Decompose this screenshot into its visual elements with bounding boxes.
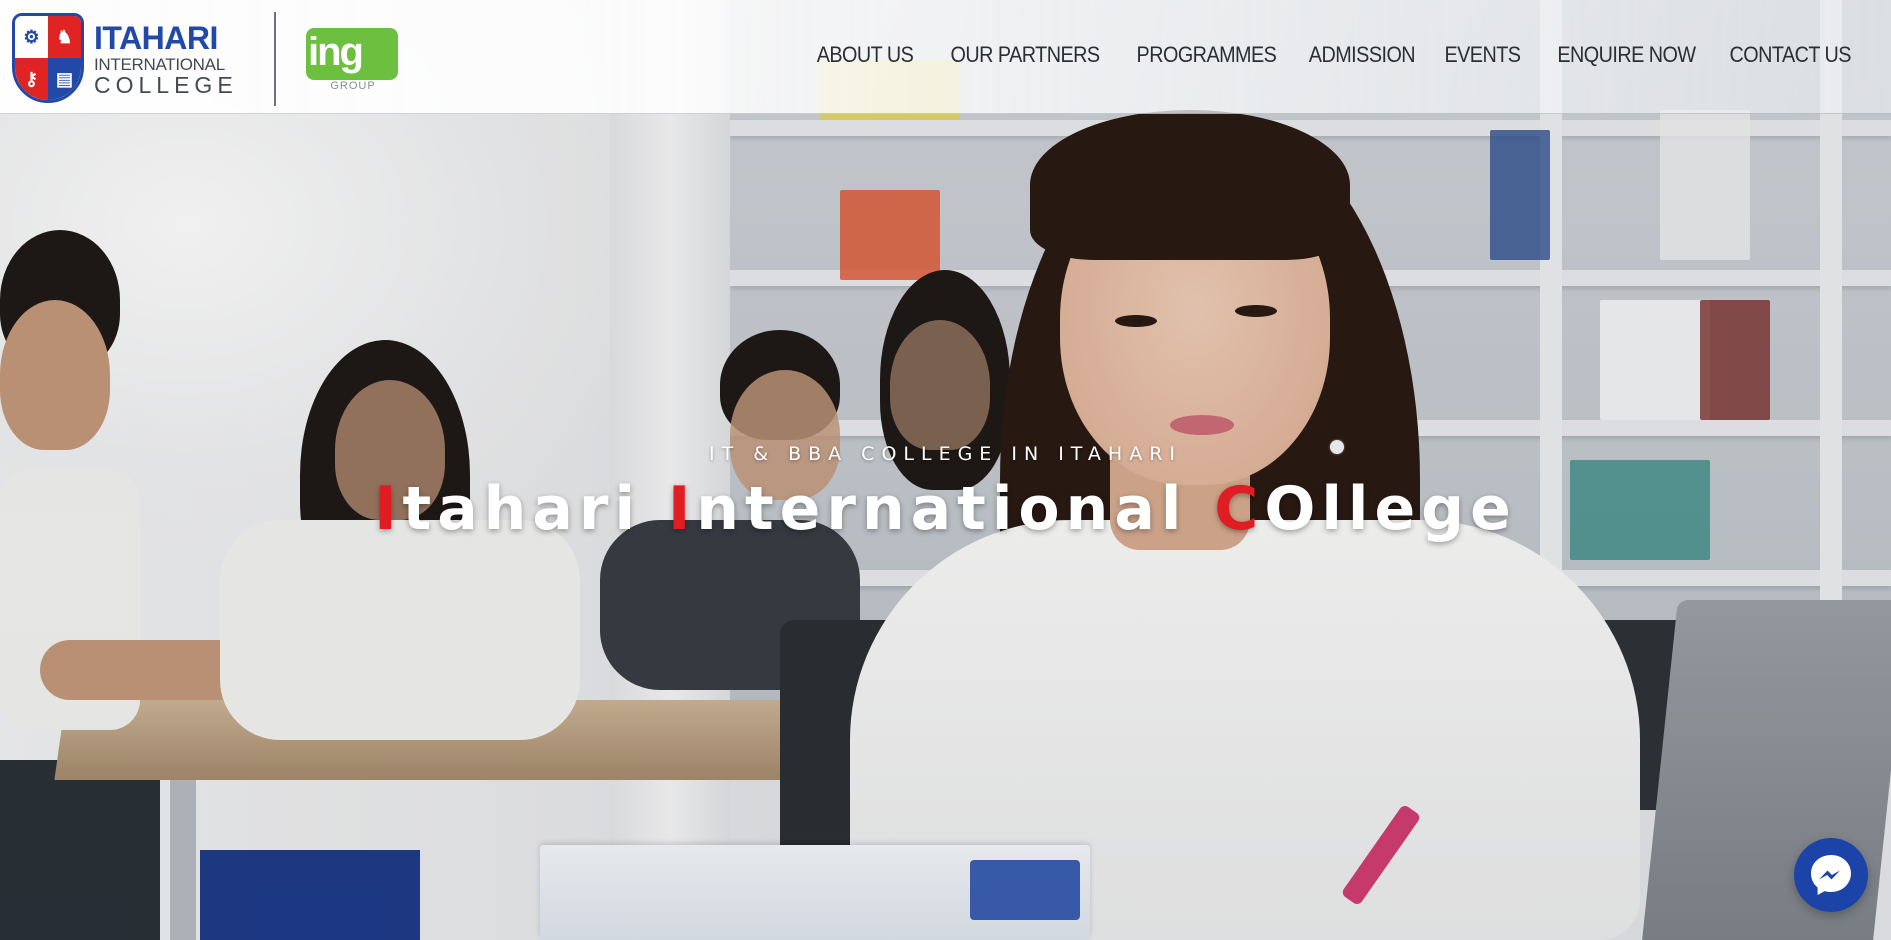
nav-enquire-now[interactable]: ENQUIRE NOW xyxy=(1557,42,1696,68)
nav-contact-us[interactable]: CONTACT US xyxy=(1730,42,1852,68)
hero-title-part: nternational xyxy=(696,474,1215,544)
logo-line-1: ITAHARI xyxy=(94,19,218,56)
hero-title-part: Ollege xyxy=(1264,474,1517,544)
hero-title-part: I xyxy=(374,474,403,544)
logo-divider xyxy=(274,12,276,106)
nav-our-partners[interactable]: OUR PARTNERS xyxy=(951,42,1101,68)
hero-title-part: C xyxy=(1214,474,1265,544)
nav-events[interactable]: EVENTS xyxy=(1445,42,1522,68)
hero-title-part: I xyxy=(667,474,697,544)
hero-title-part: tahari xyxy=(402,474,668,544)
logo-line-3: COLLEGE xyxy=(94,71,238,98)
ing-group-logo[interactable]: ing GROUP xyxy=(306,28,398,92)
book-icon: ▤ xyxy=(55,69,73,89)
ing-group-label: GROUP xyxy=(330,80,376,92)
nav-programmes[interactable]: PROGRAMMES xyxy=(1136,42,1276,68)
lion-icon: ♞ xyxy=(56,27,73,47)
site-header: ⚙ ♞ ⚷ ▤ ITAHARI INTERNATIONAL COLLEGE in… xyxy=(0,0,1891,114)
key-icon: ⚷ xyxy=(24,69,39,89)
nav-about-us[interactable]: ABOUT US xyxy=(817,42,914,68)
hero-eyebrow: IT & BBA COLLEGE IN ITAHARI xyxy=(708,443,1183,465)
nav-admission[interactable]: ADMISSION xyxy=(1309,42,1416,68)
hero-title: Itahari International COllege xyxy=(0,474,1891,544)
messenger-icon xyxy=(1811,855,1851,895)
gear-icon: ⚙ xyxy=(23,27,40,47)
college-logo[interactable]: ⚙ ♞ ⚷ ▤ ITAHARI INTERNATIONAL COLLEGE xyxy=(10,10,245,108)
messenger-chat-button[interactable] xyxy=(1794,838,1868,912)
ing-mark: ing xyxy=(306,28,398,80)
college-crest-icon: ⚙ ♞ ⚷ ▤ xyxy=(10,11,86,107)
logo-line-2: INTERNATIONAL xyxy=(94,54,225,74)
main-nav: ABOUT US OUR PARTNERS PROGRAMMES ADMISSI… xyxy=(806,42,1852,68)
hero-background xyxy=(0,0,1891,940)
